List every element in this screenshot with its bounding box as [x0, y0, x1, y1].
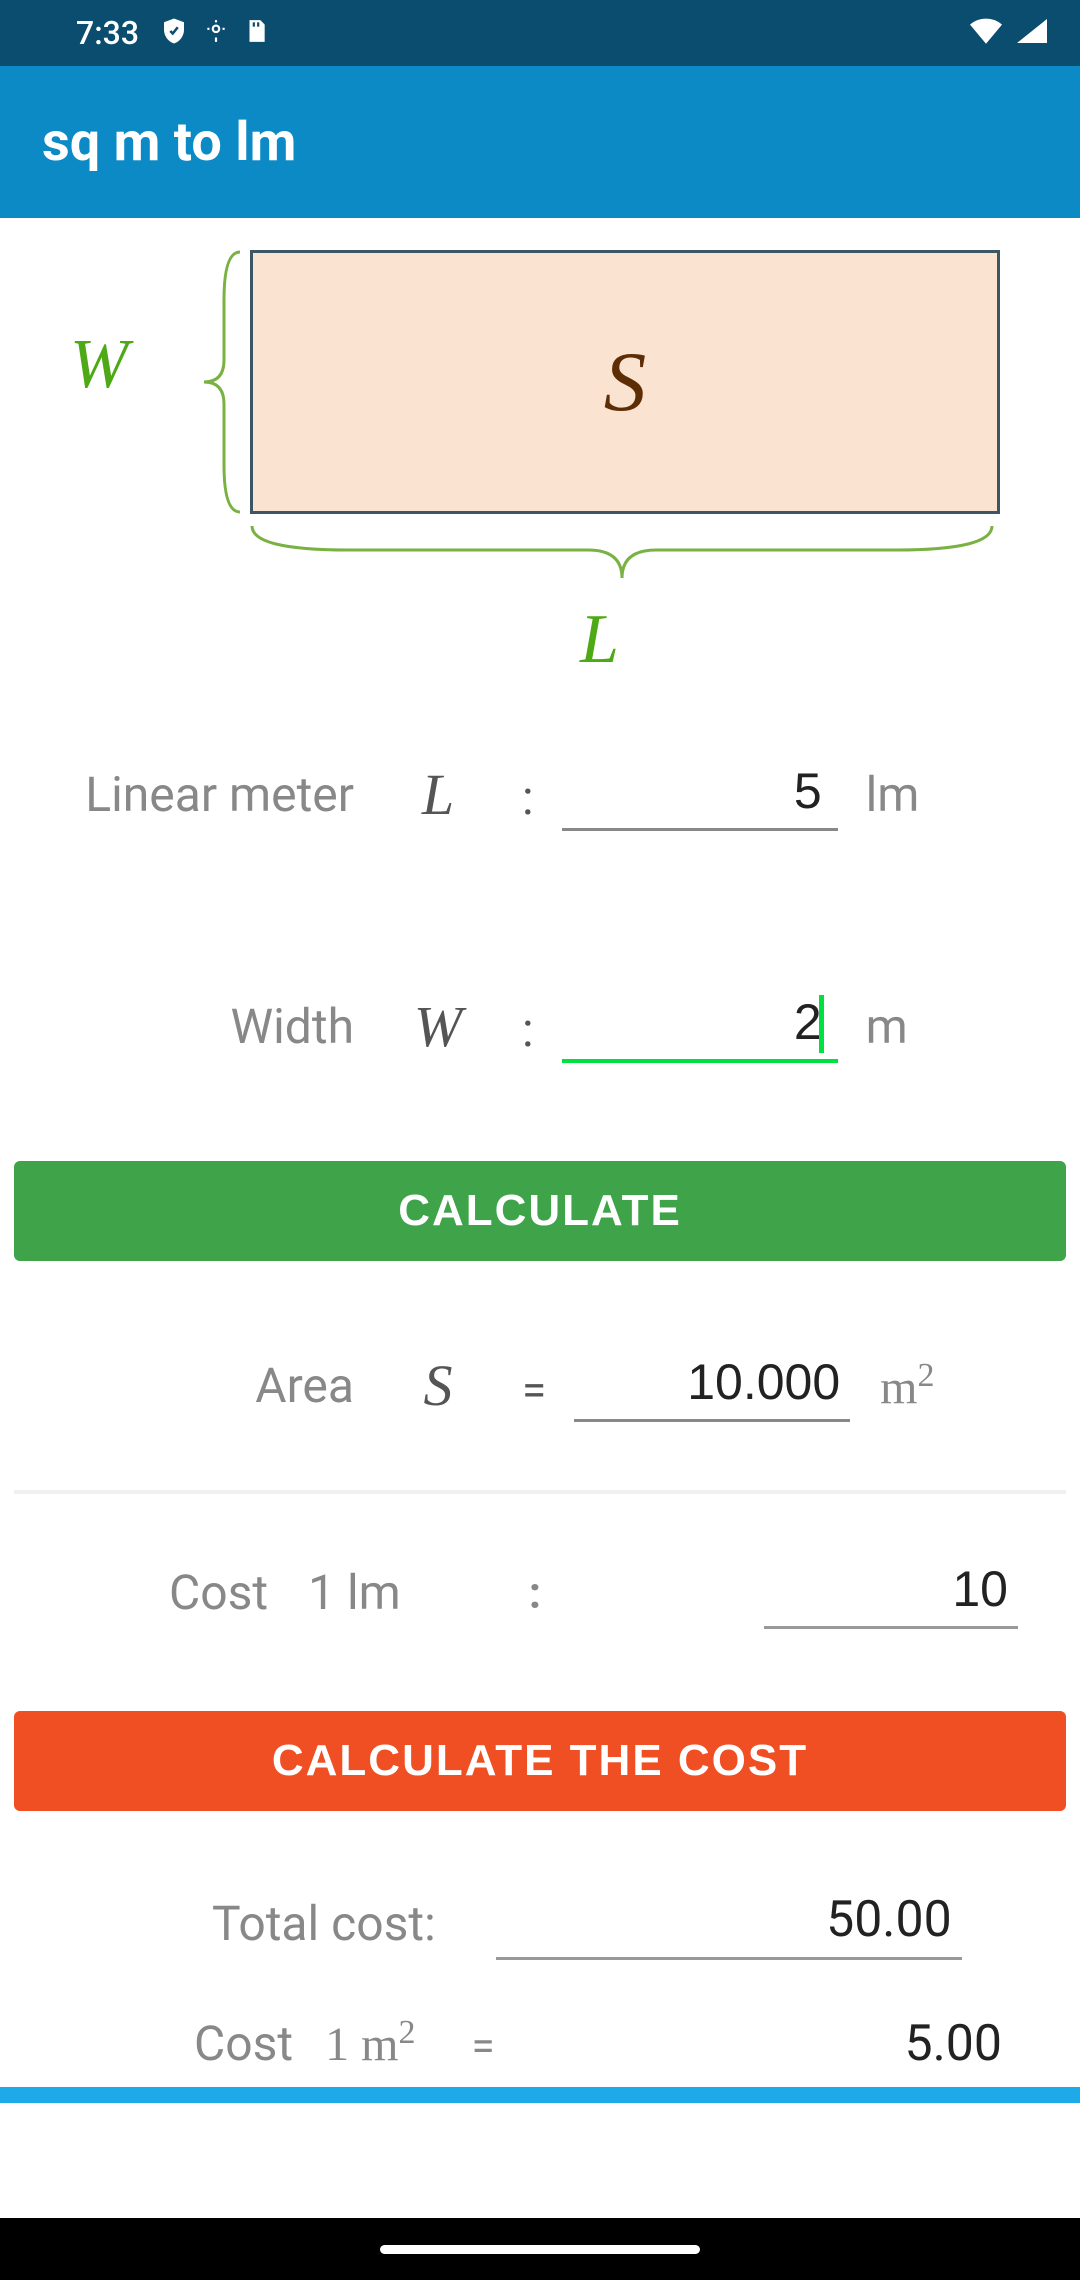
area-box: S	[250, 250, 1000, 514]
location-icon	[203, 18, 229, 48]
cpm-label: Cost	[194, 2015, 293, 2072]
s-label: S	[604, 333, 647, 431]
area-output[interactable]	[574, 1349, 850, 1422]
width-row: Width W : m	[44, 989, 1036, 1063]
cost-unit: 1 lm	[308, 1564, 401, 1621]
w-symbol: W	[354, 993, 522, 1060]
s-symbol: S	[354, 1352, 522, 1419]
total-cost-output: 50.00	[496, 1887, 962, 1960]
cost-input[interactable]	[764, 1556, 1018, 1629]
cost-label: Cost	[169, 1564, 268, 1621]
l-symbol: L	[354, 761, 522, 828]
w-label: W	[70, 325, 128, 405]
cost-per-m2-row: Cost 1 m2 = 5.00	[44, 2014, 1036, 2073]
wifi-icon	[966, 15, 1006, 51]
width-input[interactable]	[562, 989, 838, 1063]
calculate-button[interactable]: CALCULATE	[14, 1161, 1066, 1261]
cpm-eq: =	[471, 2022, 494, 2071]
divider	[14, 1490, 1066, 1494]
width-label: Width	[44, 998, 354, 1055]
linear-meter-label: Linear meter	[44, 766, 354, 823]
area-label: Area	[44, 1357, 354, 1414]
area-row: Area S = m2	[44, 1349, 1036, 1422]
linear-meter-row: Linear meter L : lm	[44, 758, 1036, 831]
cost-row: Cost 1 lm :	[44, 1556, 1036, 1629]
cpm-output: 5.00	[905, 2015, 1003, 2073]
text-cursor	[819, 995, 824, 1053]
cpm-unit: 1 m2	[325, 2014, 415, 2072]
diagram: W S L	[14, 218, 1066, 730]
signal-icon	[1014, 15, 1050, 51]
app-bar: sq m to lm	[0, 66, 1080, 218]
calculate-cost-button[interactable]: CALCULATE THE COST	[14, 1711, 1066, 1811]
accent-bar	[0, 2087, 1080, 2103]
total-cost-label: Total cost:	[212, 1895, 436, 1952]
lm-unit: lm	[866, 766, 956, 823]
l-label: L	[580, 600, 619, 680]
l-brace-icon	[248, 520, 996, 590]
app-title: sq m to lm	[42, 111, 296, 174]
nav-bar[interactable]	[0, 2218, 1080, 2280]
cost-sep: :	[529, 1567, 541, 1619]
nav-home-icon[interactable]	[380, 2245, 700, 2254]
linear-meter-input[interactable]	[562, 758, 838, 831]
total-cost-row: Total cost: 50.00	[44, 1887, 1036, 1960]
m2-unit: m2	[880, 1357, 934, 1415]
sd-card-icon	[243, 16, 269, 50]
m-unit: m	[866, 998, 956, 1055]
status-time: 7:33	[76, 14, 139, 52]
shield-icon	[159, 16, 189, 50]
status-bar: 7:33	[0, 0, 1080, 66]
w-brace-icon	[194, 250, 244, 515]
